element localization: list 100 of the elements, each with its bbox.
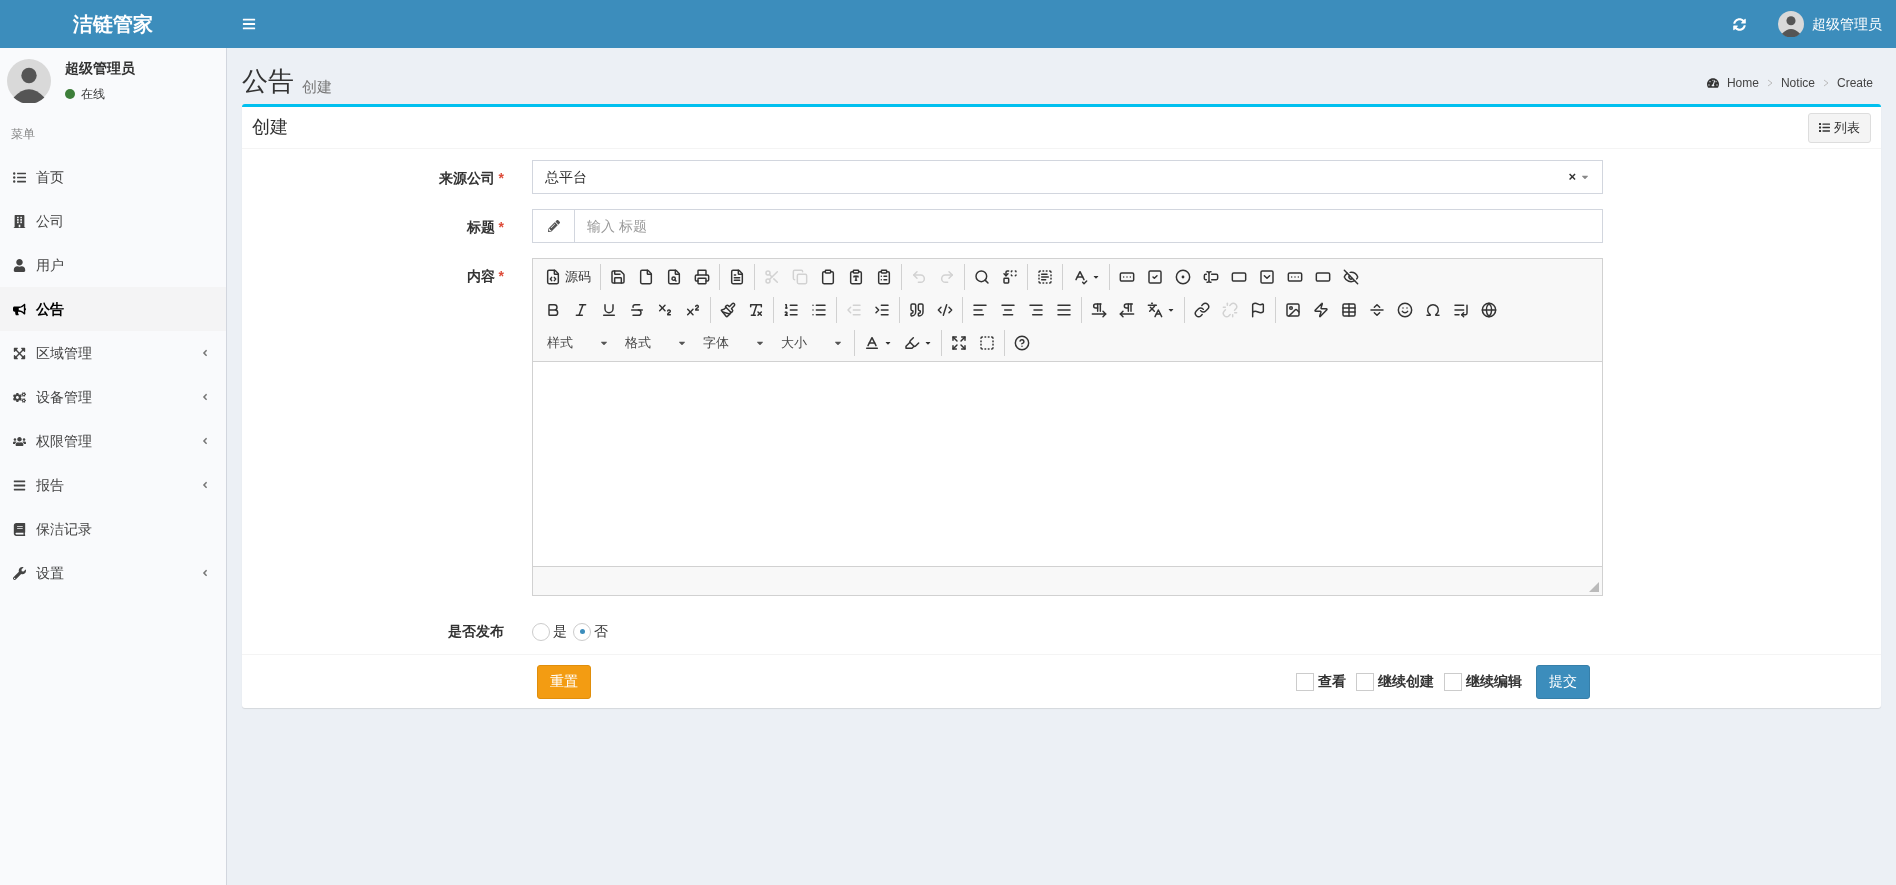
wrench-icon: [13, 566, 26, 580]
list-button[interactable]: 列表: [1808, 112, 1871, 143]
background-color-icon: [904, 335, 920, 351]
sidebar-item[interactable]: 设置: [0, 551, 226, 595]
button-insert-icon: [1287, 269, 1303, 285]
iframe-icon: [1481, 302, 1497, 318]
radio-icon: [1175, 269, 1191, 285]
field-label: 内容: [466, 267, 495, 286]
image-icon: [1285, 302, 1301, 318]
card-title: 创建: [252, 116, 288, 139]
source-code-button[interactable]: 源码: [539, 264, 597, 290]
style-dropdown[interactable]: 样式: [539, 331, 617, 355]
sidebar-item[interactable]: 权限管理: [0, 419, 226, 463]
sidebar-item[interactable]: 公告: [0, 287, 226, 331]
checkbox-label: 查看: [1318, 672, 1346, 691]
paste-word-icon: [876, 269, 892, 285]
subscript-icon: [657, 302, 673, 318]
user-menu[interactable]: 超级管理员: [1778, 11, 1882, 37]
paste-icon: [820, 269, 836, 285]
user-name: 超级管理员: [65, 59, 135, 78]
strikethrough-icon: [629, 302, 645, 318]
align-right-icon: [1028, 302, 1044, 318]
caret-icon: [924, 339, 932, 347]
flash-icon: [1313, 302, 1329, 318]
align-left-icon: [972, 302, 988, 318]
separator-icon: [1766, 79, 1773, 87]
field-label: 来源公司: [438, 169, 495, 188]
indent-icon: [874, 302, 890, 318]
sidebar-item[interactable]: 用户: [0, 243, 226, 287]
resize-handle-icon[interactable]: [1589, 582, 1599, 592]
new-page-icon: [638, 269, 654, 285]
templates-icon: [729, 269, 745, 285]
separator-icon: [1822, 79, 1829, 87]
menu-icon: [242, 17, 256, 31]
anchor-icon: [1250, 302, 1266, 318]
sidebar-item[interactable]: 公司: [0, 199, 226, 243]
link-icon: [1194, 302, 1210, 318]
remove-format-icon: [748, 302, 764, 318]
users-icon: [13, 434, 26, 448]
redo-icon: [939, 269, 955, 285]
sidebar-item[interactable]: 首页: [0, 155, 226, 199]
submit-button[interactable]: 提交: [1536, 664, 1590, 699]
style-dropdown[interactable]: 格式: [617, 331, 695, 355]
print-icon: [694, 269, 710, 285]
book-icon: [13, 522, 26, 536]
user-icon: [13, 258, 26, 272]
gears-icon: [13, 390, 26, 404]
text-color-icon: [864, 335, 880, 351]
copy-icon: [792, 269, 808, 285]
breadcrumb-link[interactable]: Notice: [1780, 74, 1815, 92]
spellcheck-icon: [1072, 269, 1088, 285]
radio-label: 是: [553, 622, 567, 641]
arrows-icon: [13, 346, 26, 360]
dashboard-icon: [1706, 77, 1719, 89]
required-mark: *: [498, 218, 504, 237]
checkbox-label: 继续创建: [1378, 672, 1434, 691]
checkbox-icon: [1147, 269, 1163, 285]
megaphone-icon: [13, 302, 26, 316]
required-mark: *: [498, 267, 504, 286]
clear-button[interactable]: ×: [1568, 167, 1576, 187]
checkbox[interactable]: [1356, 672, 1374, 691]
italic-icon: [573, 302, 589, 318]
required-mark: *: [498, 169, 504, 188]
title-input[interactable]: 输入 标题: [575, 209, 1603, 243]
source-code-icon: [545, 269, 561, 285]
replace-icon: [1002, 269, 1018, 285]
checkbox[interactable]: [1444, 672, 1462, 691]
caret-icon: [1167, 306, 1175, 314]
list-icon: [13, 170, 26, 184]
table-icon: [1341, 302, 1357, 318]
undo-icon: [911, 269, 927, 285]
align-center-icon: [1000, 302, 1016, 318]
blockquote-icon: [909, 302, 925, 318]
bullet-list-icon: [811, 302, 827, 318]
company-select[interactable]: 总平台 ×: [532, 160, 1603, 194]
checkbox-label: 继续编辑: [1466, 672, 1522, 691]
select-all-icon: [1037, 269, 1053, 285]
caret-icon: [1092, 273, 1100, 281]
text-field-icon: [1203, 269, 1219, 285]
checkbox[interactable]: [1296, 672, 1314, 691]
sidebar-item[interactable]: 报告: [0, 463, 226, 507]
style-dropdown[interactable]: 大小: [773, 331, 851, 355]
page-title: 公告: [242, 68, 294, 94]
breadcrumb-link[interactable]: Home: [1726, 74, 1759, 92]
list-icon: [1819, 122, 1830, 133]
sidebar-item[interactable]: 保洁记录: [0, 507, 226, 551]
refresh-icon: [1733, 17, 1746, 31]
show-blocks-icon: [979, 335, 995, 351]
language-icon: [1147, 302, 1163, 318]
special-character-icon: [1425, 302, 1441, 318]
style-dropdown[interactable]: 字体: [695, 331, 773, 355]
caret-icon: [884, 339, 892, 347]
smiley-icon: [1397, 302, 1413, 318]
app-logo: 洁链管家: [73, 12, 153, 37]
sidebar-item[interactable]: 设备管理: [0, 375, 226, 419]
select-icon: [1259, 269, 1275, 285]
sidebar-item[interactable]: 区域管理: [0, 331, 226, 375]
right-to-left-icon: [1119, 302, 1135, 318]
create-div-icon: [937, 302, 953, 318]
cut-icon: [764, 269, 780, 285]
